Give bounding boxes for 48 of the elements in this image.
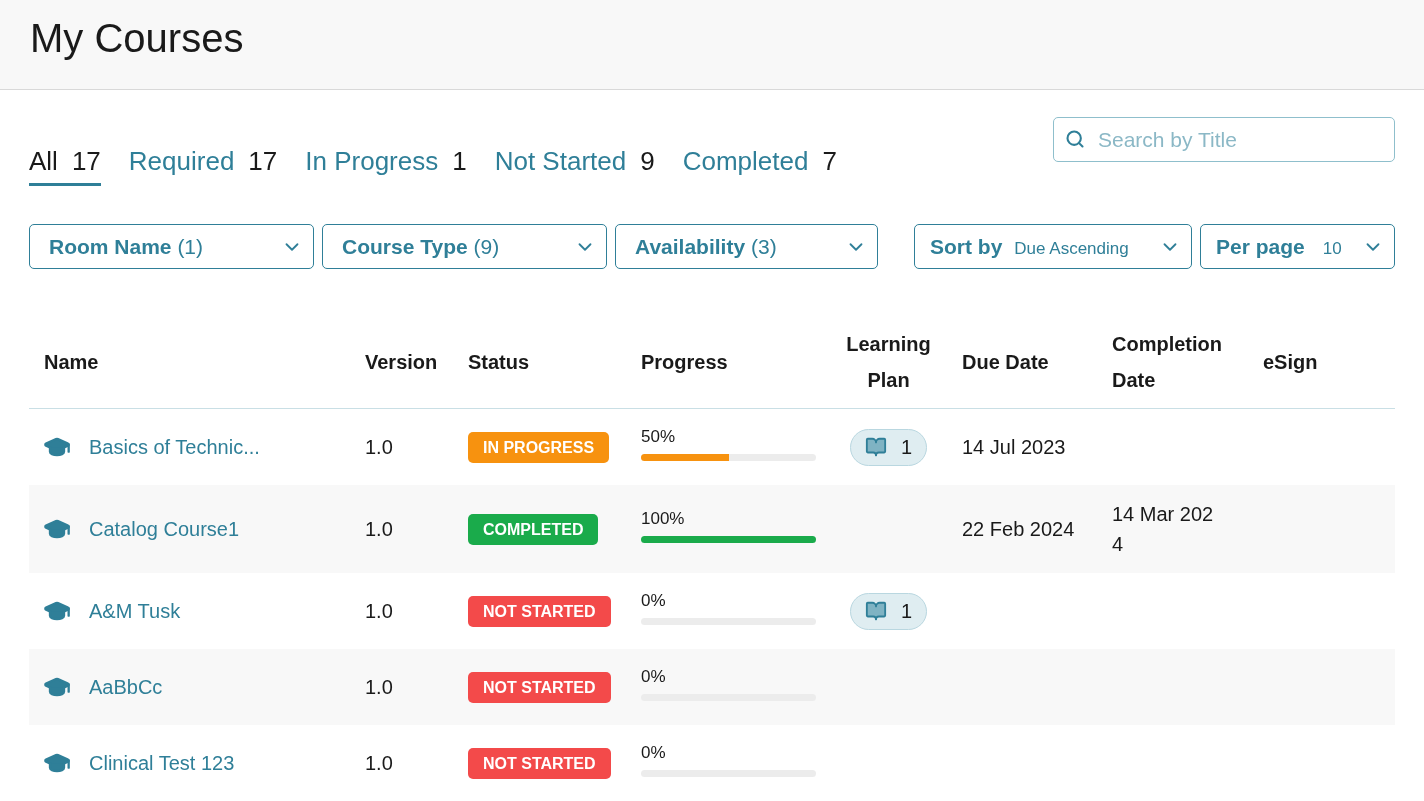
version-text: 1.0 [365,600,393,622]
version-text: 1.0 [365,676,393,698]
course-link[interactable]: Clinical Test 123 [89,748,235,778]
version-text: 1.0 [365,752,393,774]
filter-tab[interactable]: In Progress 1 [305,145,467,186]
sort-dropdown[interactable]: Sort by Due Ascending [914,224,1192,269]
column-header: Name [44,349,99,375]
column-header: Status [468,349,530,375]
column-header: Learning Plan [845,331,932,393]
book-icon [864,600,887,622]
progress-percent: 50% [641,427,676,446]
page-title: My Courses [30,15,244,62]
column-header: Due Date [962,349,1049,375]
due-date: 22 Feb 2024 [962,518,1075,540]
column-header: Version [365,349,438,375]
status-badge: NOT STARTED [468,748,611,779]
course-link[interactable]: Basics of Technic... [89,432,260,462]
course-link[interactable]: AaBbCc [89,672,163,702]
status-badge: IN PROGRESS [468,432,610,463]
status-badge: NOT STARTED [468,596,611,627]
status-badge: COMPLETED [468,514,599,545]
due-date: 14 Jul 2023 [962,436,1066,458]
search-icon [1065,129,1085,149]
column-header: Progress [641,349,728,375]
progress-percent: 0% [641,591,666,610]
filter-dropdown[interactable]: Availability (3) [615,224,878,269]
version-text: 1.0 [365,436,393,458]
progress-percent: 100% [641,509,685,528]
column-header: Completion Date [1112,331,1223,393]
filter-tab[interactable]: Not Started 9 [494,145,655,186]
version-text: 1.0 [365,518,393,540]
progress-percent: 0% [641,743,666,762]
search-field[interactable]: Search by Title [1053,117,1395,162]
filter-tab[interactable]: Completed 7 [682,145,837,186]
per-page-dropdown[interactable]: Per page 10 [1200,224,1395,269]
progress-percent: 0% [641,667,666,686]
filter-dropdown[interactable]: Room Name (1) [29,224,314,269]
filter-tab[interactable]: All 17 [29,145,101,186]
filter-tab[interactable]: Required 17 [128,145,278,186]
column-header: eSign [1263,349,1318,375]
learning-plan-pill[interactable]: 1 [849,428,928,466]
filter-dropdown[interactable]: Course Type (9) [322,224,607,269]
learning-plan-pill[interactable]: 1 [849,592,928,630]
status-badge: NOT STARTED [468,672,611,703]
course-link[interactable]: A&M Tusk [89,596,181,626]
book-icon [864,436,887,458]
course-link[interactable]: Catalog Course1 [89,514,240,544]
completion-date: 14 Mar 2024 [1112,502,1215,557]
